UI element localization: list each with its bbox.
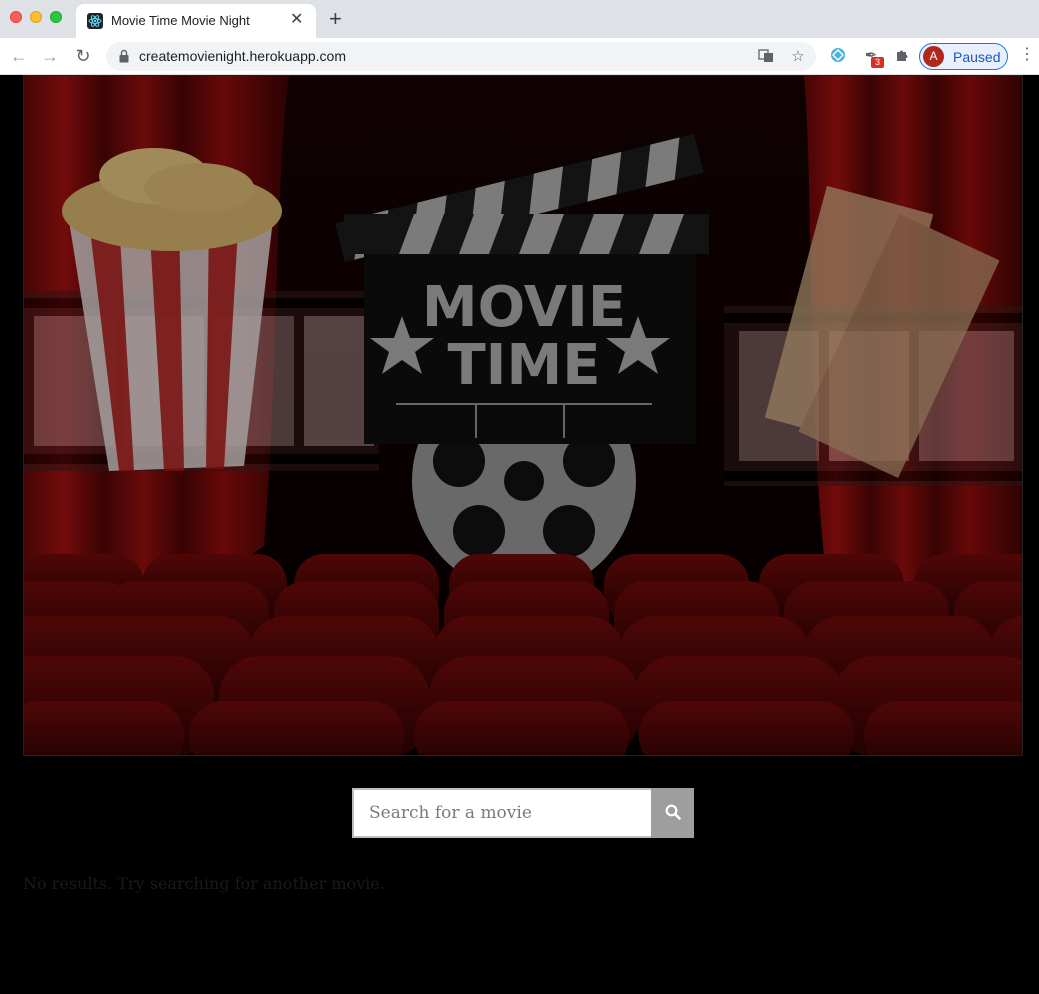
new-tab-button[interactable]: + xyxy=(329,8,342,30)
window-maximize-button[interactable] xyxy=(50,11,62,23)
profile-status: Paused xyxy=(953,49,1001,65)
tab-title: Movie Time Movie Night xyxy=(111,13,250,28)
extension-diamond-icon[interactable] xyxy=(829,47,847,65)
back-arrow-icon[interactable]: ← xyxy=(7,44,31,68)
address-bar[interactable]: createmovienight.herokuapp.com ☆ xyxy=(106,42,816,71)
profile-button[interactable]: A Paused xyxy=(919,43,1008,70)
bookmark-star-icon[interactable]: ☆ xyxy=(789,48,807,66)
reload-icon[interactable]: ↻ xyxy=(71,44,95,68)
react-favicon-icon xyxy=(87,13,103,29)
browser-menu-icon[interactable]: ⋮ xyxy=(1019,46,1035,64)
browser-tab[interactable]: Movie Time Movie Night ✕ xyxy=(76,4,316,38)
movie-search-input[interactable] xyxy=(352,788,651,838)
translate-icon[interactable] xyxy=(757,48,775,66)
browser-toolbar: ← → ↻ createmovienight.herokuapp.com ☆ ✒… xyxy=(0,38,1039,75)
avatar: A xyxy=(923,46,944,67)
url-text: createmovienight.herokuapp.com xyxy=(139,48,347,64)
browser-tab-bar: Movie Time Movie Night ✕ + xyxy=(0,0,1039,38)
hero-banner-image: MOVIE TIME xyxy=(23,75,1023,756)
page-content: MOVIE TIME Search for a movie No results… xyxy=(0,75,1039,994)
forward-arrow-icon[interactable]: → xyxy=(38,44,62,68)
search-icon xyxy=(665,804,681,823)
tab-close-icon[interactable]: ✕ xyxy=(290,11,303,29)
extensions-puzzle-icon[interactable] xyxy=(893,47,911,65)
window-minimize-button[interactable] xyxy=(30,11,42,23)
search-button[interactable] xyxy=(651,788,694,838)
extension-badge: 3 xyxy=(871,57,884,68)
window-close-button[interactable] xyxy=(10,11,22,23)
lock-icon[interactable] xyxy=(119,49,129,63)
no-results-message: No results. Try searching for another mo… xyxy=(23,874,385,893)
movie-search-form xyxy=(352,788,694,838)
